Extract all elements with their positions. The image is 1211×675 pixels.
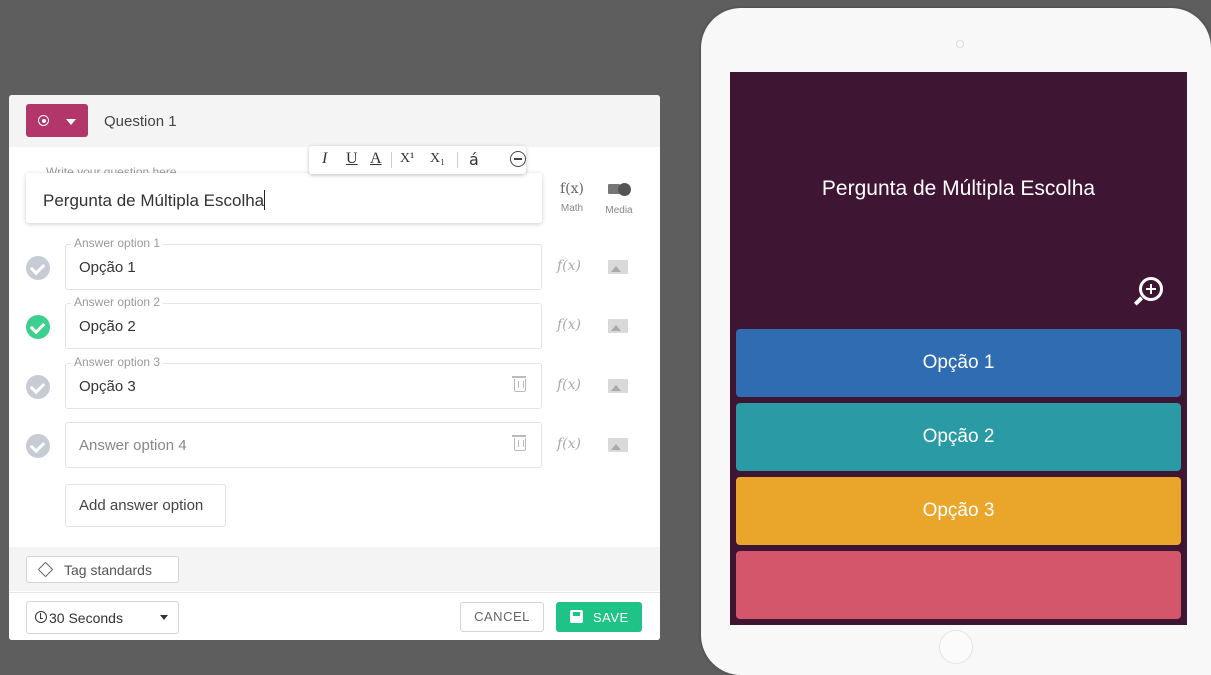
save-button[interactable]: SAVE — [556, 602, 642, 632]
preview-option-4[interactable] — [736, 551, 1181, 619]
preview-option-3[interactable]: Opção 3 — [736, 477, 1181, 545]
special-characters-button[interactable]: á — [469, 150, 479, 169]
tag-standards-button[interactable]: Tag standards — [26, 556, 179, 583]
radio-icon — [38, 115, 49, 126]
time-limit-value: 30 Seconds — [49, 610, 123, 626]
image-icon[interactable] — [608, 319, 628, 333]
answer-option-row: Opção 2 Answer option 2 f(x) — [9, 295, 660, 349]
zoom-in-icon[interactable] — [1133, 277, 1163, 306]
cancel-button[interactable]: CANCEL — [460, 602, 544, 632]
answer-option-input[interactable]: Opção 2 — [65, 303, 542, 349]
preview-option-2[interactable]: Opção 2 — [736, 403, 1181, 471]
add-answer-option-button[interactable]: Add answer option — [65, 484, 226, 527]
text-color-button[interactable]: A — [370, 150, 382, 168]
question-number-label: Question 1 — [104, 113, 177, 130]
answer-option-row: Answer option 4 f(x) — [9, 422, 660, 468]
text-format-toolbar: I U A X¹ X₁ á — [309, 146, 526, 174]
tablet-home-button — [939, 630, 973, 664]
toolbar-divider — [391, 152, 392, 168]
answer-option-input[interactable]: Answer option 4 — [65, 422, 542, 468]
answer-option-text: Opção 2 — [79, 318, 136, 335]
collapse-toolbar-icon[interactable] — [510, 151, 526, 167]
caret-down-icon — [66, 119, 76, 125]
answer-option-row: Opção 1 Answer option 1 f(x) — [9, 236, 660, 290]
image-icon[interactable] — [608, 379, 628, 393]
media-icon — [608, 183, 631, 197]
media-button[interactable]: Media — [601, 183, 637, 216]
media-label: Media — [605, 205, 633, 216]
question-input-text[interactable]: Pergunta de Múltipla Escolha — [43, 190, 266, 211]
superscript-button[interactable]: X¹ — [400, 151, 414, 167]
answer-option-caption: Answer option 2 — [71, 295, 164, 309]
question-type-dropdown[interactable] — [26, 104, 88, 137]
question-editor-panel: Question 1 I U A X¹ X₁ á Write your ques… — [9, 95, 660, 640]
answer-option-placeholder: Answer option 4 — [79, 437, 187, 454]
tag-standards-label: Tag standards — [64, 562, 152, 578]
tag-standards-bar: Tag standards — [9, 547, 660, 591]
mark-correct-check-icon[interactable] — [26, 434, 50, 458]
answer-option-text: Opção 3 — [79, 378, 136, 395]
trash-icon[interactable] — [512, 435, 526, 451]
function-icon: f(x) — [560, 181, 585, 197]
chevron-down-icon — [160, 615, 168, 620]
preview-screen: Pergunta de Múltipla Escolha Opção 1 Opç… — [730, 72, 1187, 625]
toolbar-divider — [457, 152, 458, 168]
mark-correct-check-icon[interactable] — [26, 256, 50, 280]
math-function-icon[interactable]: f(x) — [557, 317, 581, 333]
math-button[interactable]: f(x) Math — [560, 181, 584, 214]
image-icon[interactable] — [608, 260, 628, 274]
add-answer-option-label: Add answer option — [79, 497, 204, 514]
preview-question-text: Pergunta de Múltipla Escolha — [821, 177, 1096, 200]
correct-answer-check-icon[interactable] — [26, 315, 50, 339]
time-limit-select[interactable]: 30 Seconds — [26, 601, 179, 634]
trash-icon[interactable] — [512, 376, 526, 392]
math-function-icon[interactable]: f(x) — [557, 377, 581, 393]
editor-header: Question 1 — [9, 95, 660, 147]
save-label: SAVE — [593, 610, 629, 625]
answer-option-text: Opção 1 — [79, 259, 136, 276]
italic-button[interactable]: I — [322, 150, 327, 168]
question-input[interactable]: Pergunta de Múltipla Escolha — [26, 173, 542, 223]
answer-option-input[interactable]: Opção 1 — [65, 244, 542, 290]
tag-icon — [37, 561, 54, 578]
clock-icon — [35, 611, 47, 623]
answer-option-caption: Answer option 1 — [71, 236, 164, 250]
math-label: Math — [560, 203, 584, 214]
math-function-icon[interactable]: f(x) — [557, 436, 581, 452]
mark-correct-check-icon[interactable] — [26, 375, 50, 399]
image-icon[interactable] — [608, 438, 628, 452]
editor-footer: 30 Seconds CANCEL SAVE — [9, 592, 660, 640]
math-function-icon[interactable]: f(x) — [557, 258, 581, 274]
text-cursor — [264, 190, 266, 210]
preview-option-1[interactable]: Opção 1 — [736, 329, 1181, 397]
answer-option-caption: Answer option 3 — [71, 355, 164, 369]
floppy-disk-icon — [570, 610, 583, 623]
answer-option-row: Opção 3 Answer option 3 f(x) — [9, 355, 660, 409]
tablet-preview-frame: Pergunta de Múltipla Escolha Opção 1 Opç… — [701, 8, 1211, 675]
subscript-button[interactable]: X₁ — [430, 151, 445, 167]
tablet-camera — [956, 40, 964, 48]
answer-option-input[interactable]: Opção 3 — [65, 363, 542, 409]
underline-button[interactable]: U — [346, 150, 358, 168]
